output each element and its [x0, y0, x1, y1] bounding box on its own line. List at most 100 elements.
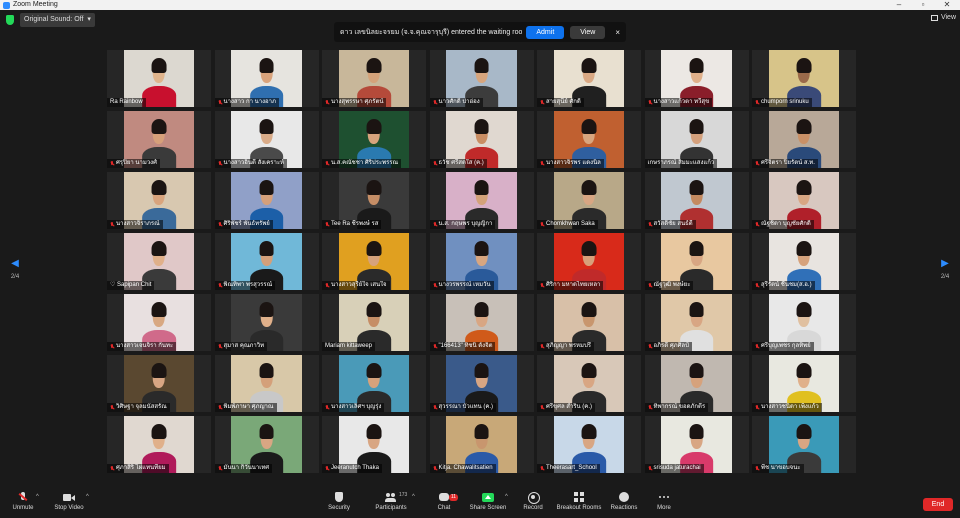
next-page-icon[interactable]: ▶ — [938, 258, 952, 269]
participant-tile[interactable]: สวัสดิ์ชัย สนธ์ดี — [644, 172, 749, 229]
original-sound-button[interactable]: Original Sound: Off ▾ — [20, 13, 95, 27]
view-button[interactable]: View — [930, 14, 956, 21]
mic-muted-icon — [218, 465, 222, 472]
security-button[interactable]: Security — [312, 492, 366, 511]
record-label: Record — [523, 505, 543, 511]
original-sound-label: Original Sound: Off — [24, 16, 84, 23]
participant-tile[interactable]: สุรีรัตน์ ชื่นชม(ส.อ.) — [752, 233, 856, 290]
participants-button[interactable]: Participants — [364, 492, 418, 511]
participant-tile[interactable]: chumporn srinuku — [752, 50, 856, 107]
participant-name-label: นางสาวเลิศฯ บุญรุ่ง — [322, 403, 385, 412]
zoom-meeting-window: Zoom Meeting – ▫ ✕ Original Sound: Off ▾… — [0, 0, 960, 518]
participant-name-label: สวัสดิ์ชัย สนธ์ดี — [644, 220, 696, 229]
participant-name-label: นางสุพรรษา ศุภรัตน์ — [322, 98, 387, 107]
participant-name: Mariam kittaweep — [325, 343, 373, 349]
participant-tile[interactable]: Theerasart_School — [537, 416, 641, 473]
share-screen-label: Share Screen — [469, 505, 507, 511]
participant-name-label: สุรีรัตน์ ชื่นชม(ส.อ.) — [752, 281, 815, 290]
participant-tile[interactable]: ศรีบุญเพชร กุลทิพย์ — [752, 294, 856, 351]
participants-options-caret[interactable]: ^ — [412, 494, 415, 500]
participant-tile[interactable]: ธวัช ศรีสดใส (ค.) — [429, 111, 534, 168]
participant-name: อภิรดี ศุภศิลป์ — [653, 343, 689, 349]
participant-name: ศรุปิยา นามวงศ์ — [116, 160, 157, 166]
more-button[interactable]: More — [637, 492, 691, 511]
participant-tile[interactable]: นาวศักดิ์ ปาอ่อง — [429, 50, 534, 107]
participant-tile[interactable]: นางสาวเลิศฯ บุญรุ่ง — [322, 355, 426, 412]
participant-tile[interactable]: สุมาส คุณภาวิท — [214, 294, 319, 351]
participant-tile[interactable]: น.ส.คณัชชา ศิริประพรรณ — [322, 111, 426, 168]
participant-tile[interactable]: นางสาวเจนจิรา กันทะ — [107, 294, 211, 351]
participant-name: นางสาวอินดี สังเคราะห์ — [223, 160, 285, 166]
participant-name: ศรีขุศล สำริน (ค.) — [546, 404, 592, 410]
participant-tile[interactable]: ณัฐวุฒิ พงษ์ยะ — [644, 233, 749, 290]
participant-tile[interactable]: ณัฐชิดา บุญชัยศักดิ์ — [752, 172, 856, 229]
participant-tile[interactable]: สุวรรณา บัวแทน (ค.) — [429, 355, 534, 412]
participant-tile[interactable]: นางสาว กา นางอาภ — [214, 50, 319, 107]
participant-tile[interactable]: น.ส. กฤษพร บุญญิกา — [429, 172, 534, 229]
participant-tile[interactable]: ศุภาสิริ ไผ่แทนที่ยม — [107, 416, 211, 473]
reactions-label: Reactions — [610, 505, 638, 511]
participant-tile[interactable]: ศิริกา มหาดไทยเหลา — [537, 233, 641, 290]
participant-tile[interactable]: Jeeranutch Thaka — [322, 416, 426, 473]
participant-tile[interactable]: Ra Rainbow — [107, 50, 211, 107]
participant-name-label: น.ส. กฤษพร บุญญิกา — [429, 220, 496, 229]
participant-name-label: srisuda jaturachai — [644, 464, 704, 473]
participant-tile[interactable]: ♡ Sapipan Chit — [107, 233, 211, 290]
participant-tile[interactable]: ศรีขุศล สำริน (ค.) — [537, 355, 641, 412]
participant-tile[interactable]: srisuda jaturachai — [644, 416, 749, 473]
close-notification-icon[interactable]: × — [615, 28, 620, 37]
video-options-caret[interactable]: ^ — [86, 494, 89, 500]
view-waiting-room-button[interactable]: View — [570, 25, 606, 39]
participant-name: วิศิษฐา จุลมนัสสรัณ — [116, 404, 167, 410]
participant-name: สวัสดิ์ชัย สนธ์ดี — [653, 221, 693, 227]
admit-button[interactable]: Admit — [526, 25, 565, 39]
participant-tile[interactable]: ศรีจิตรา ปิยรัตน์ ส.ท. — [752, 111, 856, 168]
participant-tile[interactable]: สุภิญญา พรหมปรี — [537, 294, 641, 351]
view-label: View — [940, 14, 956, 21]
participant-tile[interactable]: ทิพากรณ์ ขอดภักดีร — [644, 355, 749, 412]
participant-tile[interactable]: นางสาวอินดี สังเคราะห์ — [214, 111, 319, 168]
participant-tile[interactable]: นางสุพรรษา ศุภรัตน์ — [322, 50, 426, 107]
participant-tile[interactable]: นางสาวแก้วตา ทวีสุข — [644, 50, 749, 107]
maximize-icon[interactable]: ▫ — [912, 0, 934, 10]
participant-tile[interactable]: ศรุปิยา นามวงศ์ — [107, 111, 211, 168]
participant-tile[interactable]: นางสาวจิรพร แดงนิล — [537, 111, 641, 168]
participant-name: "166413" ทิชนิ ตั้งจิต — [438, 343, 493, 349]
participant-tile[interactable]: พิณทิพา พรสุวรรณ์ — [214, 233, 319, 290]
participant-tile[interactable]: Tee Ra ชีรพงษ์ รส — [322, 172, 426, 229]
participant-name: ศรีจิตรา ปิยรัตน์ ส.ท. — [761, 160, 815, 166]
close-icon[interactable]: ✕ — [936, 0, 958, 10]
chat-unread-badge: 11 — [449, 494, 458, 501]
participant-name: chumporn srinuku — [761, 99, 809, 105]
people-icon — [385, 492, 397, 503]
mic-muted-icon — [110, 221, 114, 228]
participant-tile[interactable]: อภิรดี ศุภศิลป์ — [644, 294, 749, 351]
participant-name-label: วิศิษฐา จุลมนัสสรัณ — [107, 403, 170, 412]
participant-tile[interactable]: "166413" ทิชนิ ตั้งจิต — [429, 294, 534, 351]
share-screen-icon — [482, 492, 494, 503]
minimize-icon[interactable]: – — [888, 0, 910, 10]
encryption-shield-icon[interactable] — [6, 15, 14, 25]
end-meeting-button[interactable]: End — [923, 498, 953, 511]
participant-name: Tee Ra ชีรพงษ์ รส — [331, 221, 379, 227]
participant-tile[interactable]: พิมพ์ภาษา ศุภญาณ — [214, 355, 319, 412]
participant-tile[interactable]: นางวรพรรณ์ เหมวัน — [429, 233, 534, 290]
participant-tile[interactable]: ศิริพัชร์ พันธ์ทรัพย์ — [214, 172, 319, 229]
participant-tile[interactable]: นางสาวจิราภรณ์ — [107, 172, 211, 229]
participant-name-label: ณัฐวุฒิ พงษ์ยะ — [644, 281, 694, 290]
participant-tile[interactable]: เกษราภรณ์ สิมมะแสงแก้ว — [644, 111, 749, 168]
participant-tile[interactable]: พีช นาขอบจนะ — [752, 416, 856, 473]
participant-tile[interactable]: มันนา กิวันนาเทศ — [214, 416, 319, 473]
audio-options-caret[interactable]: ^ — [36, 494, 39, 500]
participant-tile[interactable]: วิศิษฐา จุลมนัสสรัณ — [107, 355, 211, 412]
participant-tile[interactable]: นางสาวสุรีย์ใจ เสนใจ — [322, 233, 426, 290]
participant-tile[interactable]: นางสาวชนิดา เพ็งแก้ว — [752, 355, 856, 412]
participant-tile[interactable]: Kitja. Chawalitsatien — [429, 416, 534, 473]
participant-name: ทิพากรณ์ ขอดภักดีร — [653, 404, 706, 410]
participant-name: Theerasart_School — [546, 465, 597, 471]
participant-tile[interactable]: Mariam kittaweep — [322, 294, 426, 351]
participant-tile[interactable]: Chomkhwan Saka — [537, 172, 641, 229]
participant-tile[interactable]: สายสุนีย์ ศักดิ์ — [537, 50, 641, 107]
participant-name-label: Jeeranutch Thaka — [322, 464, 382, 473]
previous-page-icon[interactable]: ◀ — [8, 258, 22, 269]
